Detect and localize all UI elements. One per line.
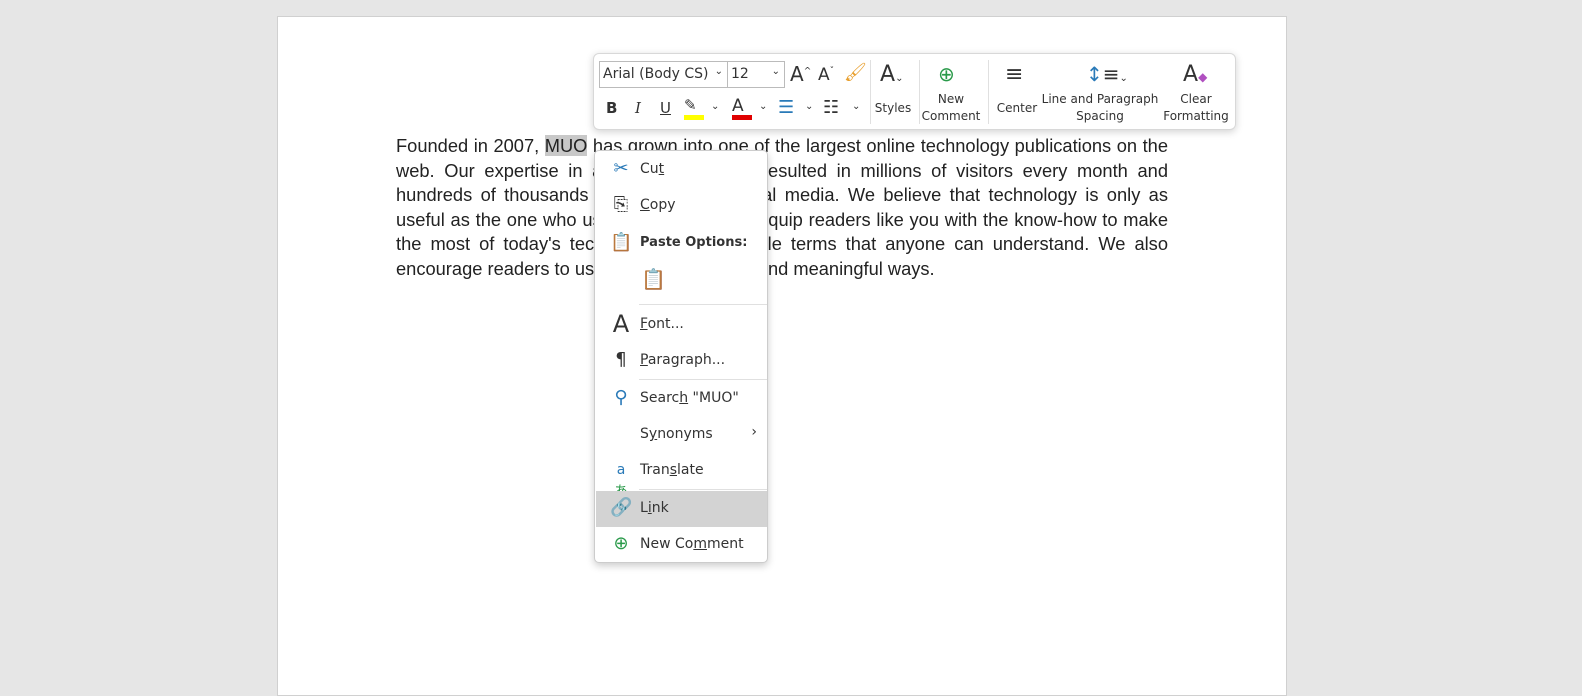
label: New (937, 92, 965, 106)
format-painter-icon[interactable]: 🖌 (844, 62, 867, 83)
menu-item-synonyms[interactable]: Synonyms › (596, 417, 767, 453)
highlight-button[interactable]: ✎ (684, 96, 706, 120)
link-icon: 🔗 (610, 497, 633, 518)
shrink-font-icon[interactable]: Aˇ (818, 65, 834, 85)
menu-item-copy[interactable]: ⎘ Copy (596, 188, 767, 224)
menu-item-link[interactable]: 🔗 Link (596, 491, 767, 527)
clipboard-icon: 📋 (610, 232, 633, 253)
menu-item-font[interactable]: A Font... (596, 307, 767, 343)
center-align-icon[interactable]: ≡ (1005, 62, 1023, 87)
line-spacing-icon[interactable]: ↕≡⌄ (1086, 62, 1128, 86)
underline-button[interactable]: U (660, 99, 671, 117)
italic-button[interactable]: I (635, 99, 641, 117)
label: Comment (921, 109, 981, 123)
translate-icon: aあ (614, 462, 628, 500)
menu-item-cut[interactable]: ✂ Cut (596, 152, 767, 188)
label: Spacing (1076, 109, 1124, 123)
line-spacing-button[interactable]: Line and Paragraph Spacing (1040, 91, 1160, 125)
selected-text[interactable]: MUO (544, 135, 588, 156)
chevron-down-icon[interactable]: ⌄ (805, 101, 813, 112)
numbering-button[interactable]: ☷ (823, 97, 839, 118)
search-icon: ⚲ (614, 387, 628, 408)
chevron-down-icon: ⌄ (771, 66, 780, 77)
menu-item-new-comment[interactable]: ⊕ New Comment (596, 527, 767, 563)
text: Founded in 2007, (396, 135, 545, 156)
paragraph-icon: ¶ (615, 349, 627, 370)
menu-item-translate[interactable]: aあTranslate (596, 453, 767, 500)
font-color-icon: A (732, 96, 744, 116)
clear-formatting-icon[interactable]: A◆ (1183, 62, 1207, 87)
chevron-down-icon[interactable]: ⌄ (711, 101, 719, 112)
new-comment-button[interactable]: New Comment (920, 91, 982, 125)
label: Clear (1180, 92, 1212, 106)
font-name-dropdown[interactable]: Arial (Body CS) ⌄ (599, 61, 728, 88)
paste-options-header: 📋 Paste Options: (610, 232, 748, 253)
text: has grown into one of the largest online… (396, 135, 1168, 279)
chevron-right-icon: › (751, 424, 757, 440)
clear-formatting-button[interactable]: Clear Formatting (1160, 91, 1232, 125)
copy-icon: ⎘ (613, 194, 629, 215)
new-comment-icon[interactable]: ⊕ (938, 62, 955, 86)
paste-keep-text-only-button[interactable]: 📋 (641, 267, 669, 297)
label: Formatting (1163, 109, 1229, 123)
font-icon: A (612, 310, 630, 338)
scissors-icon: ✂ (613, 158, 629, 179)
font-color-button[interactable]: A (732, 96, 754, 120)
styles-icon[interactable]: A⌄ (880, 62, 903, 87)
highlighter-icon: ✎ (684, 96, 697, 114)
chevron-down-icon: ⌄ (714, 66, 723, 77)
font-size-value: 12 (731, 66, 749, 82)
label: Line and Paragraph (1041, 92, 1159, 106)
bullets-button[interactable]: ☰ (778, 97, 794, 118)
mini-toolbar: Arial (Body CS) ⌄ 12 ⌄ A^ Aˇ 🖌 B I U ✎ ⌄ A… (593, 53, 1236, 130)
new-comment-icon: ⊕ (613, 533, 629, 554)
bold-button[interactable]: B (606, 99, 617, 117)
menu-item-paragraph[interactable]: ¶ Paragraph... (596, 343, 767, 379)
grow-font-icon[interactable]: A^ (790, 62, 811, 86)
context-menu: ✂ Cut ⎘ Copy 📋 Paste Options: 📋 A Font... ¶ P… (594, 150, 768, 563)
document-paragraph[interactable]: Founded in 2007, MUO has grown into one … (396, 134, 1168, 282)
chevron-down-icon[interactable]: ⌄ (852, 101, 860, 112)
font-name-value: Arial (Body CS) (603, 66, 709, 82)
chevron-down-icon[interactable]: ⌄ (759, 101, 767, 112)
center-button[interactable]: Center (992, 100, 1042, 117)
menu-item-search[interactable]: ⚲ Search "MUO" (596, 381, 767, 417)
font-size-dropdown[interactable]: 12 ⌄ (727, 61, 785, 88)
styles-button[interactable]: Styles (874, 100, 912, 117)
